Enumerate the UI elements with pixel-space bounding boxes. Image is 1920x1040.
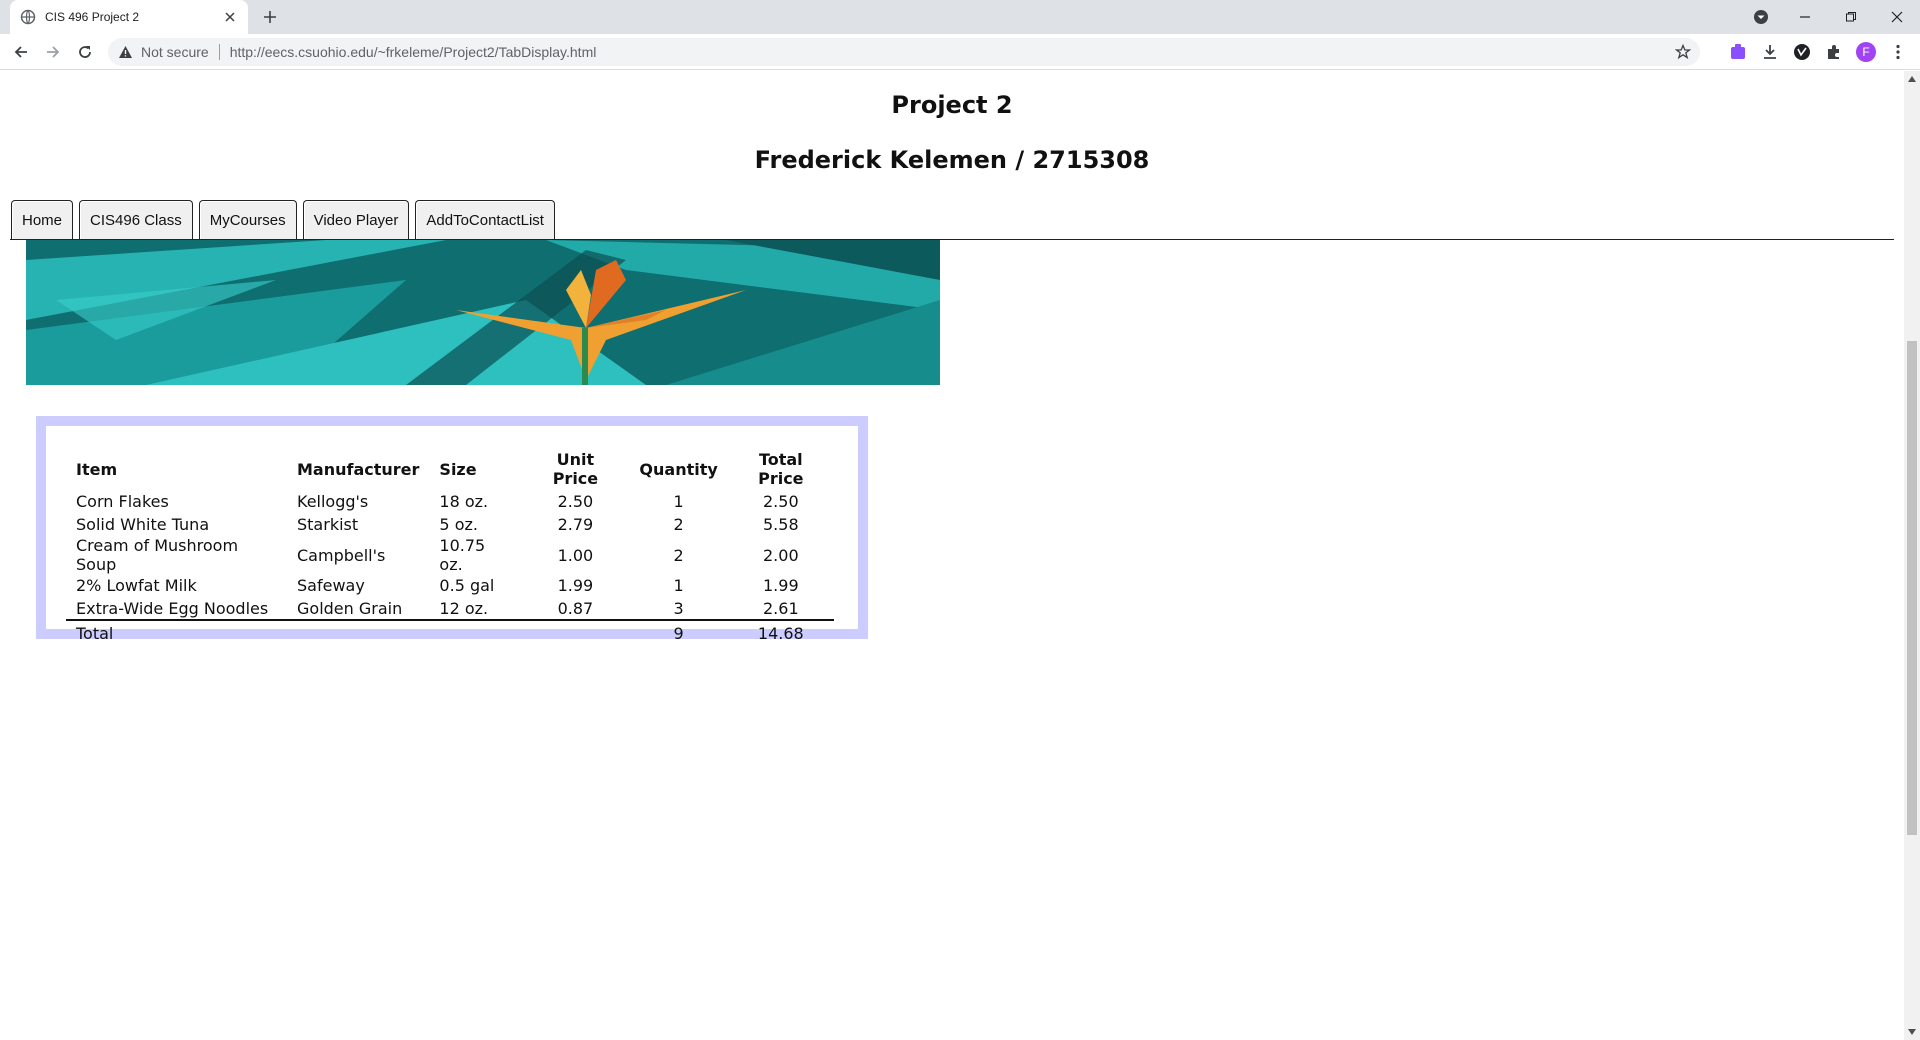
tab-strip: CIS 496 Project 2 <box>0 0 1920 34</box>
back-icon[interactable] <box>8 39 34 65</box>
table-row: Solid White Tuna Starkist 5 oz. 2.79 2 5… <box>66 513 834 536</box>
cell-quantity: 1 <box>673 576 684 595</box>
tab-addtocontactlist[interactable]: AddToContactList <box>415 200 555 239</box>
table-row: 2% Lowfat Milk Safeway 0.5 gal 1.99 1 1.… <box>66 574 834 597</box>
vpn-extension-icon[interactable] <box>1792 42 1812 62</box>
table-row: Extra-Wide Egg Noodles Golden Grain 12 o… <box>66 597 834 620</box>
cell-quantity: 2 <box>673 545 684 565</box>
cell-manufacturer: Golden Grain <box>297 598 403 618</box>
page-subtitle: Frederick Kelemen / 2715308 <box>754 146 1150 174</box>
cell-manufacturer: Kellogg's <box>297 492 369 511</box>
cell-total-price: 2.00 <box>763 545 799 565</box>
cell-unit-price: 1.00 <box>557 545 594 565</box>
cell-quantity: 3 <box>673 598 684 618</box>
scroll-down-icon[interactable] <box>1904 1024 1920 1040</box>
cell-total-price: 2.61 <box>763 598 799 618</box>
header-total-price: Total Price <box>758 450 804 488</box>
star-icon[interactable] <box>1674 43 1692 61</box>
header-manufacturer: Manufacturer <box>297 459 420 479</box>
extension-icon[interactable] <box>1728 42 1748 62</box>
cell-item: 2% Lowfat Milk <box>76 576 197 595</box>
browser-toolbar: Not secure http://eecs.csuohio.edu/~frke… <box>0 34 1920 70</box>
dropdown-icon[interactable] <box>1738 0 1784 34</box>
total-price: 14.68 <box>727 619 834 645</box>
cell-manufacturer: Campbell's <box>297 545 386 565</box>
banner-image <box>26 240 940 385</box>
grocery-table-box: Item Manufacturer Size Unit Price Quanti… <box>36 416 868 645</box>
plus-icon[interactable] <box>258 5 282 29</box>
cell-unit-price: 2.50 <box>557 492 594 511</box>
download-icon[interactable] <box>1760 42 1780 62</box>
cell-manufacturer: Starkist <box>297 515 359 534</box>
restore-icon[interactable] <box>1828 0 1874 34</box>
tab-title: CIS 496 Project 2 <box>45 10 140 24</box>
address-bar[interactable]: Not secure http://eecs.csuohio.edu/~frke… <box>108 38 1700 66</box>
forward-icon[interactable] <box>40 39 66 65</box>
cell-item: Extra-Wide Egg Noodles <box>76 598 269 618</box>
cell-size: 5 oz. <box>439 515 478 534</box>
cell-total-price: 1.99 <box>763 576 799 595</box>
table-row: Cream of Mushroom Soup Campbell's 10.75 … <box>66 536 834 574</box>
grocery-table: Item Manufacturer Size Unit Price Quanti… <box>66 448 834 645</box>
cell-unit-price: 1.99 <box>557 576 594 595</box>
table-header-row: Item Manufacturer Size Unit Price Quanti… <box>66 448 834 490</box>
avatar[interactable]: F <box>1856 42 1876 62</box>
total-empty-cell <box>287 619 430 645</box>
cell-size: 18 oz. <box>439 492 489 511</box>
table-total-row: Total 9 14.68 <box>66 619 834 645</box>
cell-size: 0.5 gal <box>439 576 495 595</box>
cell-size: 10.75 oz. <box>439 536 486 574</box>
security-label: Not secure <box>141 44 209 60</box>
cell-total-price: 5.58 <box>763 515 799 534</box>
browser-tab[interactable]: CIS 496 Project 2 <box>10 0 248 34</box>
cell-item: Solid White Tuna <box>76 515 210 534</box>
cell-quantity: 2 <box>673 515 684 534</box>
tab-video-player[interactable]: Video Player <box>302 200 410 239</box>
header-unit-price: Unit Price <box>552 450 599 488</box>
header-size: Size <box>439 459 477 479</box>
tab-cis496-class[interactable]: CIS496 Class <box>79 200 193 239</box>
table-row: Corn Flakes Kellogg's 18 oz. 2.50 1 2.50 <box>66 490 834 513</box>
warning-icon <box>118 45 133 59</box>
total-empty-cell <box>429 619 522 645</box>
header-quantity: Quantity <box>639 459 718 479</box>
menu-icon[interactable] <box>1888 42 1908 62</box>
total-label: Total <box>66 619 287 645</box>
cell-size: 12 oz. <box>439 598 489 618</box>
vertical-scrollbar[interactable] <box>1904 71 1920 1040</box>
cell-quantity: 1 <box>673 492 684 511</box>
separator <box>218 44 220 60</box>
scroll-thumb[interactable] <box>1907 341 1917 835</box>
nav-tabs: Home CIS496 Class MyCourses Video Player… <box>11 200 555 239</box>
page-title: Project 2 <box>891 91 1013 119</box>
puzzle-icon[interactable] <box>1824 42 1844 62</box>
cell-manufacturer: Safeway <box>297 576 365 595</box>
total-empty-cell <box>521 619 630 645</box>
close-window-icon[interactable] <box>1874 0 1920 34</box>
tab-home[interactable]: Home <box>11 200 74 239</box>
minimize-icon[interactable] <box>1782 0 1828 34</box>
header-item: Item <box>76 459 118 479</box>
globe-icon <box>20 9 36 25</box>
total-quantity: 9 <box>629 619 728 645</box>
tab-mycourses[interactable]: MyCourses <box>198 200 297 239</box>
security-indicator[interactable]: Not secure <box>118 44 209 60</box>
page-viewport: Project 2 Frederick Kelemen / 2715308 Ho… <box>0 71 1904 1040</box>
cell-item: Corn Flakes <box>76 492 169 511</box>
close-icon[interactable] <box>222 9 238 25</box>
cell-unit-price: 2.79 <box>557 515 594 534</box>
url-text[interactable]: http://eecs.csuohio.edu/~frkeleme/Projec… <box>230 44 597 60</box>
cell-total-price: 2.50 <box>763 492 799 511</box>
cell-unit-price: 0.87 <box>557 598 594 618</box>
cell-item: Cream of Mushroom Soup <box>76 536 239 574</box>
scroll-up-icon[interactable] <box>1904 71 1920 87</box>
reload-icon[interactable] <box>72 39 98 65</box>
